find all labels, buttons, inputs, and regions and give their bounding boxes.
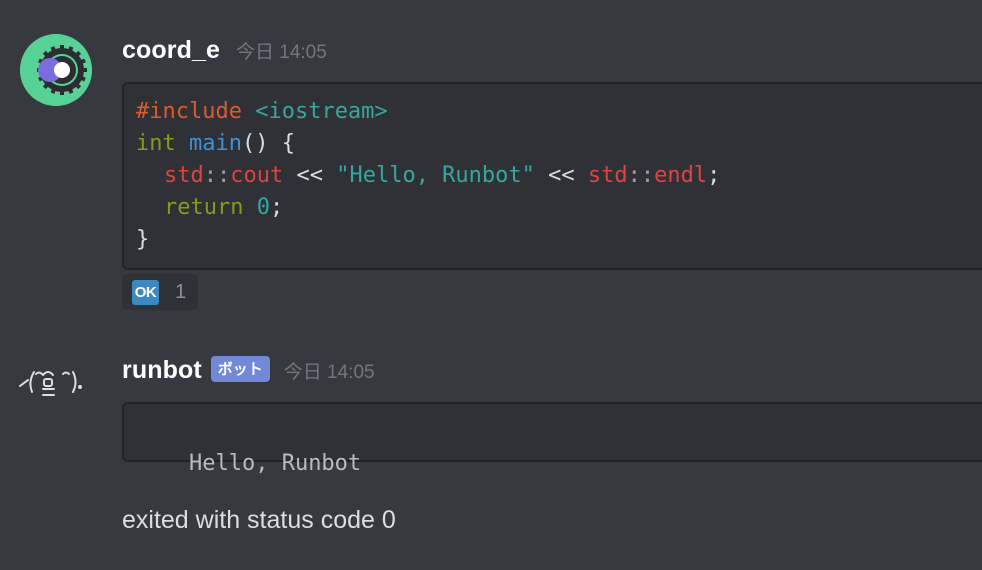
output-code-block: Hello, Runbot — [122, 402, 982, 476]
username[interactable]: coord_e — [122, 36, 220, 65]
timestamp: 今日 14:05 — [283, 362, 375, 383]
code-token: return — [164, 195, 244, 220]
code-token: std — [164, 163, 204, 188]
reaction-count: 1 — [175, 280, 187, 303]
code-token: ; — [707, 163, 721, 188]
output-text: Hello, Runbot — [188, 451, 362, 476]
code-line: std::cout << "Hello, Runbot" << std::end… — [136, 160, 982, 192]
kaomoji-face-icon[interactable] — [18, 360, 98, 400]
message-header-2: runbot ボット 今日 14:05 — [122, 356, 375, 386]
code-token: } — [136, 227, 150, 252]
code-token: <iostream> — [255, 99, 388, 124]
message-header-1: coord_e 今日 14:05 — [122, 36, 327, 65]
reaction-ok[interactable]: OK 1 — [122, 274, 198, 310]
code-token: () { — [241, 131, 295, 156]
chat-log: coord_e 今日 14:05 #include <iostream> int … — [0, 0, 982, 570]
code-token: ; — [269, 195, 284, 220]
code-token: cout — [230, 163, 284, 188]
code-token: :: — [203, 163, 231, 188]
code-token: 0 — [256, 195, 270, 220]
code-line: return 0; — [136, 192, 982, 224]
code-token: int — [136, 131, 176, 156]
code-token: << — [534, 163, 588, 188]
code-token: #include — [136, 99, 242, 124]
code-token: endl — [654, 163, 708, 188]
code-token: :: — [627, 163, 655, 188]
code-token: main — [189, 131, 242, 156]
timestamp: 今日 14:05 — [235, 42, 327, 63]
code-line: #include <iostream> — [136, 96, 982, 128]
code-line: } — [136, 224, 982, 256]
code-token: "Hello, Runbot" — [336, 163, 535, 188]
status-message: exited with status code 0 — [122, 506, 396, 534]
ok-emoji-icon: OK — [132, 279, 159, 305]
code-token: << — [283, 163, 337, 188]
code-line: int main() { — [136, 128, 982, 160]
username[interactable]: runbot — [122, 356, 202, 385]
bot-badge: ボット — [210, 356, 270, 382]
code-token: std — [587, 163, 628, 188]
user-avatar-icon[interactable] — [20, 34, 92, 106]
code-block: #include <iostream> int main() {std::cout… — [122, 82, 982, 270]
